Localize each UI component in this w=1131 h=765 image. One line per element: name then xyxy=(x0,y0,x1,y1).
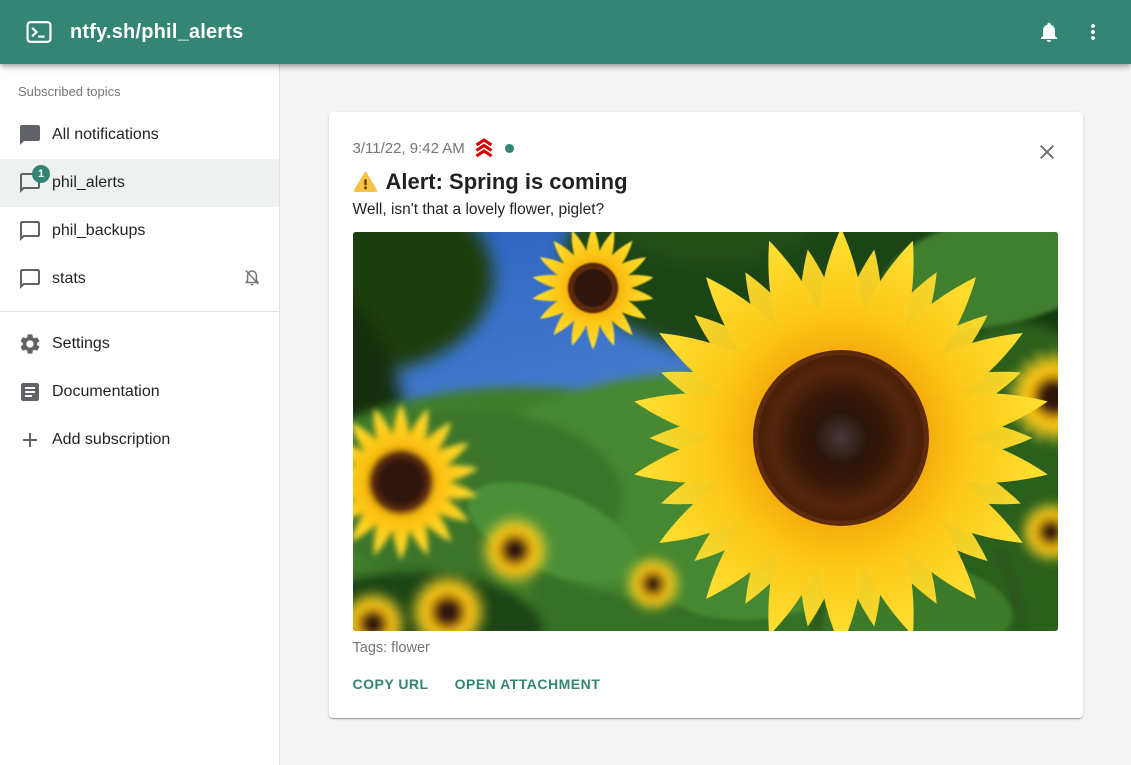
sidebar-item-label: Settings xyxy=(52,335,110,353)
unread-count-badge: 1 xyxy=(32,165,50,183)
notification-meta: 3/11/22, 9:42 AM xyxy=(353,136,1059,160)
chat-filled-icon xyxy=(18,123,42,147)
chat-outline-icon xyxy=(18,267,42,291)
app-brand: ntfy.sh/phil_alerts xyxy=(24,18,243,46)
sidebar-item-add-subscription[interactable]: Add subscription xyxy=(0,416,279,464)
sidebar-item-label: phil_alerts xyxy=(52,174,125,192)
close-notification-button[interactable] xyxy=(1033,138,1061,166)
notification-timestamp: 3/11/22, 9:42 AM xyxy=(353,140,465,157)
priority-max-icon xyxy=(472,136,496,160)
sidebar-item-documentation[interactable]: Documentation xyxy=(0,368,279,416)
sidebar: Subscribed topics All notifications 1 ph… xyxy=(0,64,280,765)
more-vert-icon xyxy=(1081,20,1105,44)
sidebar-item-label: Add subscription xyxy=(52,431,170,449)
notification-message: Well, isn't that a lovely flower, piglet… xyxy=(353,201,1059,219)
sidebar-item-all-notifications[interactable]: All notifications xyxy=(0,111,279,159)
main-content: 3/11/22, 9:42 AM xyxy=(280,64,1131,765)
gear-icon xyxy=(18,332,42,356)
chat-outline-icon xyxy=(18,219,42,243)
sidebar-item-label: All notifications xyxy=(52,126,159,144)
bell-icon xyxy=(1037,20,1061,44)
sidebar-item-label: stats xyxy=(52,270,86,288)
sidebar-item-label: phil_backups xyxy=(52,222,145,240)
notifications-bell-button[interactable] xyxy=(1027,10,1071,54)
open-attachment-button[interactable]: OPEN ATTACHMENT xyxy=(447,668,609,700)
notifications-muted-icon xyxy=(241,266,263,293)
sidebar-item-settings[interactable]: Settings xyxy=(0,320,279,368)
plus-icon xyxy=(18,428,42,452)
notification-tags: Tags: flower xyxy=(353,640,1059,656)
warning-icon xyxy=(353,170,378,195)
notification-title-text: Alert: Spring is coming xyxy=(386,169,628,195)
sidebar-item-stats[interactable]: stats xyxy=(0,255,279,303)
sidebar-item-label: Documentation xyxy=(52,383,160,401)
copy-url-button[interactable]: COPY URL xyxy=(345,668,437,700)
terminal-icon xyxy=(24,18,54,46)
overflow-menu-button[interactable] xyxy=(1071,10,1115,54)
chat-outline-icon: 1 xyxy=(18,171,42,195)
notification-actions: COPY URL OPEN ATTACHMENT xyxy=(345,668,1059,704)
new-indicator-dot-icon xyxy=(505,144,514,153)
sidebar-item-phil-alerts[interactable]: 1 phil_alerts xyxy=(0,159,279,207)
notification-card: 3/11/22, 9:42 AM xyxy=(329,112,1083,718)
sunflower-photo xyxy=(353,232,1058,631)
subscribed-topics-label: Subscribed topics xyxy=(0,80,279,111)
attachment-image[interactable] xyxy=(353,232,1058,631)
close-icon xyxy=(1035,140,1059,164)
sidebar-item-phil-backups[interactable]: phil_backups xyxy=(0,207,279,255)
app-bar: ntfy.sh/phil_alerts xyxy=(0,0,1131,64)
notification-title: Alert: Spring is coming xyxy=(353,169,1059,195)
page-title: ntfy.sh/phil_alerts xyxy=(70,21,243,44)
article-icon xyxy=(18,380,42,404)
sidebar-divider xyxy=(0,311,279,312)
